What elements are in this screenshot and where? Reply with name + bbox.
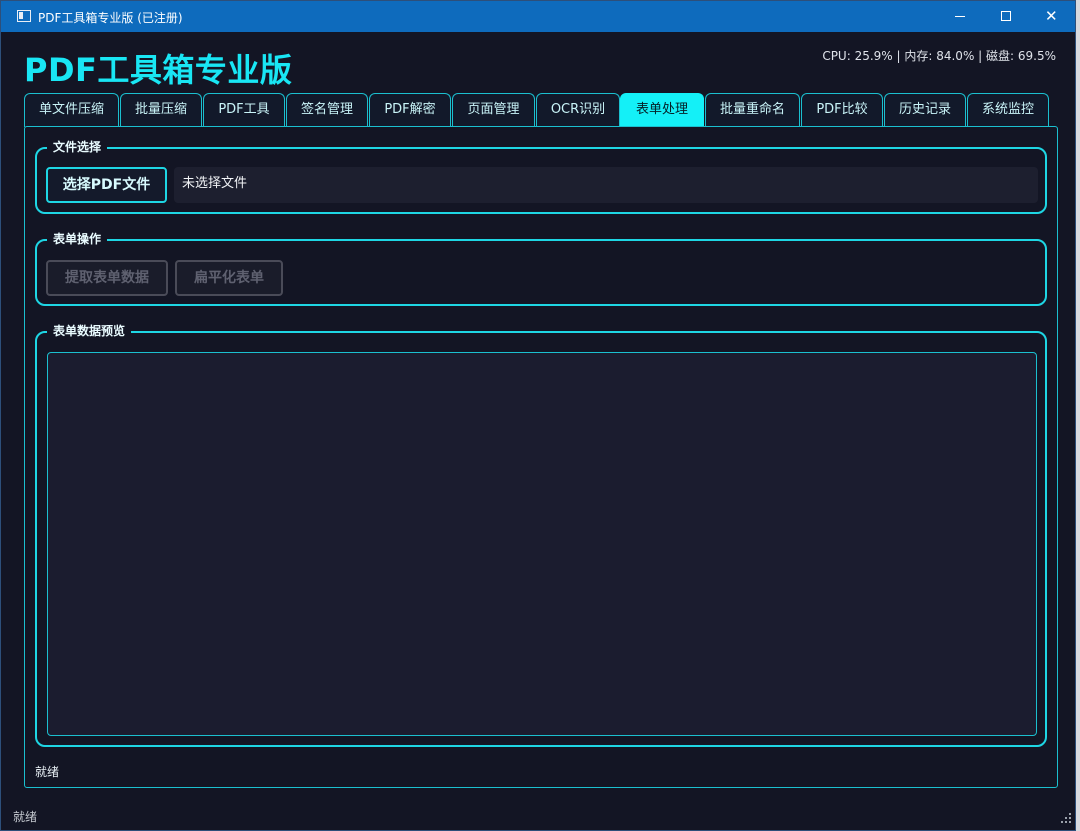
tab-batch-rename[interactable]: 批量重命名 xyxy=(705,93,800,127)
status-bar: 就绪 xyxy=(13,810,38,824)
minimize-icon xyxy=(955,16,965,17)
close-icon: ✕ xyxy=(1045,7,1058,25)
maximize-icon xyxy=(1001,11,1011,21)
resize-grip-icon[interactable] xyxy=(1059,811,1073,825)
form-operations-group: 表单操作 提取表单数据 扁平化表单 xyxy=(35,231,1047,306)
file-select-group-title: 文件选择 xyxy=(47,139,108,155)
form-operations-group-title: 表单操作 xyxy=(47,231,108,247)
close-button[interactable]: ✕ xyxy=(1029,1,1075,32)
tab-pdf-decrypt[interactable]: PDF解密 xyxy=(369,93,451,127)
tab-batch-compress[interactable]: 批量压缩 xyxy=(120,93,202,127)
tab-page-manage[interactable]: 页面管理 xyxy=(452,93,535,127)
app-window: PDF工具箱专业版 (已注册) ✕ PDF工具箱专业版 CPU: 25.9% |… xyxy=(0,0,1076,831)
page-title: PDF工具箱专业版 xyxy=(24,51,293,89)
tab-form-processing[interactable]: 表单处理 xyxy=(620,93,704,127)
title-bar: PDF工具箱专业版 (已注册) ✕ xyxy=(1,1,1075,32)
system-stats: CPU: 25.9% | 内存: 84.0% | 磁盘: 69.5% xyxy=(822,49,1056,63)
extract-form-data-button[interactable]: 提取表单数据 xyxy=(46,260,168,296)
tab-content-panel: 文件选择 选择PDF文件 未选择文件 表单操作 提取表单数据 扁平化表单 表单数… xyxy=(24,126,1058,788)
tab-history[interactable]: 历史记录 xyxy=(884,93,966,127)
file-select-group: 文件选择 选择PDF文件 未选择文件 xyxy=(35,139,1047,214)
maximize-button[interactable] xyxy=(983,1,1029,32)
selected-file-label: 未选择文件 xyxy=(174,167,1038,203)
select-pdf-button[interactable]: 选择PDF文件 xyxy=(46,167,167,203)
flatten-form-button[interactable]: 扁平化表单 xyxy=(175,260,283,296)
form-preview-group-title: 表单数据预览 xyxy=(47,323,132,339)
tab-ocr[interactable]: OCR识别 xyxy=(536,93,620,127)
desktop-edge xyxy=(1076,0,1080,831)
window-title: PDF工具箱专业版 (已注册) xyxy=(38,11,183,25)
form-preview-group: 表单数据预览 xyxy=(35,323,1047,747)
tab-pdf-tools[interactable]: PDF工具 xyxy=(203,93,285,127)
tab-signature[interactable]: 签名管理 xyxy=(286,93,368,127)
tab-pdf-compare[interactable]: PDF比较 xyxy=(801,93,883,127)
tab-system-monitor[interactable]: 系统监控 xyxy=(967,93,1049,127)
app-window-icon xyxy=(17,10,31,22)
operation-status: 就绪 xyxy=(35,765,60,779)
form-data-preview[interactable] xyxy=(47,352,1037,736)
minimize-button[interactable] xyxy=(937,1,983,32)
tab-single-compress[interactable]: 单文件压缩 xyxy=(24,93,119,127)
